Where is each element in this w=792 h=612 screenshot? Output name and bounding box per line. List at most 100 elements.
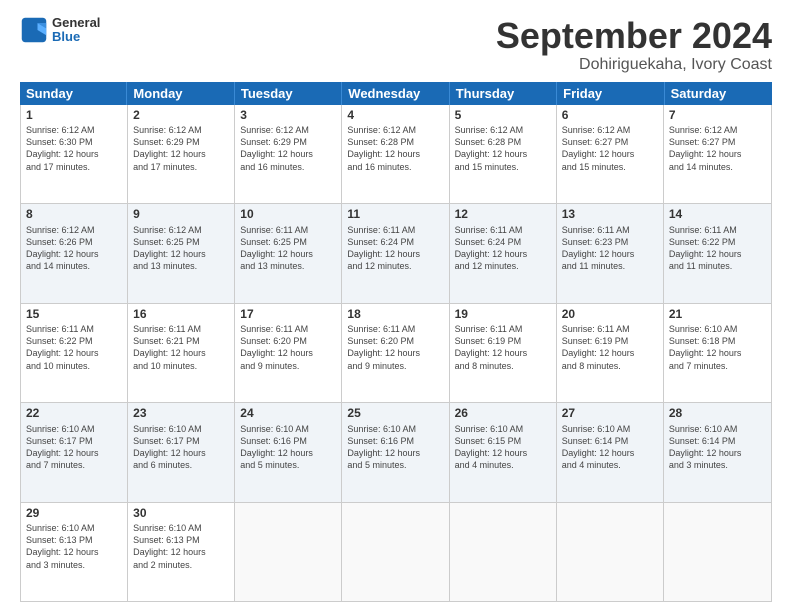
calendar-cell: 20Sunrise: 6:11 AM Sunset: 6:19 PM Dayli… (557, 304, 664, 402)
calendar-cell: 22Sunrise: 6:10 AM Sunset: 6:17 PM Dayli… (21, 403, 128, 501)
day-info: Sunrise: 6:12 AM Sunset: 6:28 PM Dayligh… (455, 124, 551, 173)
calendar-cell: 21Sunrise: 6:10 AM Sunset: 6:18 PM Dayli… (664, 304, 771, 402)
day-number: 1 (26, 108, 122, 124)
main-title: September 2024 (496, 16, 772, 56)
calendar-cell (557, 503, 664, 601)
day-info: Sunrise: 6:12 AM Sunset: 6:27 PM Dayligh… (669, 124, 766, 173)
calendar-cell: 13Sunrise: 6:11 AM Sunset: 6:23 PM Dayli… (557, 204, 664, 302)
calendar-cell: 30Sunrise: 6:10 AM Sunset: 6:13 PM Dayli… (128, 503, 235, 601)
calendar-cell: 5Sunrise: 6:12 AM Sunset: 6:28 PM Daylig… (450, 105, 557, 203)
calendar-cell: 15Sunrise: 6:11 AM Sunset: 6:22 PM Dayli… (21, 304, 128, 402)
day-info: Sunrise: 6:10 AM Sunset: 6:18 PM Dayligh… (669, 323, 766, 372)
calendar-cell: 17Sunrise: 6:11 AM Sunset: 6:20 PM Dayli… (235, 304, 342, 402)
day-info: Sunrise: 6:11 AM Sunset: 6:24 PM Dayligh… (347, 224, 443, 273)
day-number: 24 (240, 406, 336, 422)
calendar-cell: 23Sunrise: 6:10 AM Sunset: 6:17 PM Dayli… (128, 403, 235, 501)
header-day-thursday: Thursday (450, 82, 557, 105)
day-info: Sunrise: 6:11 AM Sunset: 6:19 PM Dayligh… (562, 323, 658, 372)
header-day-wednesday: Wednesday (342, 82, 449, 105)
day-number: 18 (347, 307, 443, 323)
calendar-row-4: 22Sunrise: 6:10 AM Sunset: 6:17 PM Dayli… (21, 403, 771, 502)
calendar-cell (342, 503, 449, 601)
day-info: Sunrise: 6:11 AM Sunset: 6:22 PM Dayligh… (26, 323, 122, 372)
day-number: 15 (26, 307, 122, 323)
day-number: 23 (133, 406, 229, 422)
calendar-row-2: 8Sunrise: 6:12 AM Sunset: 6:26 PM Daylig… (21, 204, 771, 303)
calendar-header: SundayMondayTuesdayWednesdayThursdayFrid… (20, 82, 772, 105)
day-info: Sunrise: 6:10 AM Sunset: 6:13 PM Dayligh… (133, 522, 229, 571)
day-info: Sunrise: 6:12 AM Sunset: 6:29 PM Dayligh… (240, 124, 336, 173)
day-number: 12 (455, 207, 551, 223)
header-day-sunday: Sunday (20, 82, 127, 105)
day-number: 10 (240, 207, 336, 223)
day-info: Sunrise: 6:12 AM Sunset: 6:26 PM Dayligh… (26, 224, 122, 273)
calendar: SundayMondayTuesdayWednesdayThursdayFrid… (20, 82, 772, 602)
title-section: September 2024 Dohiriguekaha, Ivory Coas… (496, 16, 772, 74)
logo: General Blue (20, 16, 100, 45)
calendar-cell: 4Sunrise: 6:12 AM Sunset: 6:28 PM Daylig… (342, 105, 449, 203)
day-number: 5 (455, 108, 551, 124)
header-day-monday: Monday (127, 82, 234, 105)
calendar-cell: 29Sunrise: 6:10 AM Sunset: 6:13 PM Dayli… (21, 503, 128, 601)
calendar-cell: 3Sunrise: 6:12 AM Sunset: 6:29 PM Daylig… (235, 105, 342, 203)
calendar-cell: 12Sunrise: 6:11 AM Sunset: 6:24 PM Dayli… (450, 204, 557, 302)
calendar-cell (664, 503, 771, 601)
calendar-row-3: 15Sunrise: 6:11 AM Sunset: 6:22 PM Dayli… (21, 304, 771, 403)
day-info: Sunrise: 6:12 AM Sunset: 6:30 PM Dayligh… (26, 124, 122, 173)
day-number: 21 (669, 307, 766, 323)
calendar-cell: 25Sunrise: 6:10 AM Sunset: 6:16 PM Dayli… (342, 403, 449, 501)
day-info: Sunrise: 6:11 AM Sunset: 6:20 PM Dayligh… (347, 323, 443, 372)
day-number: 11 (347, 207, 443, 223)
day-number: 25 (347, 406, 443, 422)
day-info: Sunrise: 6:12 AM Sunset: 6:27 PM Dayligh… (562, 124, 658, 173)
day-number: 20 (562, 307, 658, 323)
day-info: Sunrise: 6:10 AM Sunset: 6:17 PM Dayligh… (133, 423, 229, 472)
calendar-cell: 26Sunrise: 6:10 AM Sunset: 6:15 PM Dayli… (450, 403, 557, 501)
logo-text: General Blue (52, 16, 100, 45)
day-info: Sunrise: 6:10 AM Sunset: 6:15 PM Dayligh… (455, 423, 551, 472)
header-day-saturday: Saturday (665, 82, 772, 105)
calendar-cell: 1Sunrise: 6:12 AM Sunset: 6:30 PM Daylig… (21, 105, 128, 203)
calendar-cell: 18Sunrise: 6:11 AM Sunset: 6:20 PM Dayli… (342, 304, 449, 402)
day-info: Sunrise: 6:10 AM Sunset: 6:16 PM Dayligh… (240, 423, 336, 472)
day-number: 27 (562, 406, 658, 422)
day-info: Sunrise: 6:11 AM Sunset: 6:19 PM Dayligh… (455, 323, 551, 372)
subtitle: Dohiriguekaha, Ivory Coast (496, 56, 772, 74)
calendar-cell: 6Sunrise: 6:12 AM Sunset: 6:27 PM Daylig… (557, 105, 664, 203)
calendar-row-1: 1Sunrise: 6:12 AM Sunset: 6:30 PM Daylig… (21, 105, 771, 204)
day-number: 3 (240, 108, 336, 124)
day-info: Sunrise: 6:10 AM Sunset: 6:13 PM Dayligh… (26, 522, 122, 571)
calendar-cell (235, 503, 342, 601)
day-number: 28 (669, 406, 766, 422)
calendar-body: 1Sunrise: 6:12 AM Sunset: 6:30 PM Daylig… (20, 105, 772, 602)
day-info: Sunrise: 6:11 AM Sunset: 6:20 PM Dayligh… (240, 323, 336, 372)
day-info: Sunrise: 6:10 AM Sunset: 6:17 PM Dayligh… (26, 423, 122, 472)
day-number: 16 (133, 307, 229, 323)
logo-icon (20, 16, 48, 44)
day-info: Sunrise: 6:11 AM Sunset: 6:21 PM Dayligh… (133, 323, 229, 372)
calendar-cell: 8Sunrise: 6:12 AM Sunset: 6:26 PM Daylig… (21, 204, 128, 302)
day-info: Sunrise: 6:11 AM Sunset: 6:23 PM Dayligh… (562, 224, 658, 273)
day-number: 22 (26, 406, 122, 422)
calendar-cell: 14Sunrise: 6:11 AM Sunset: 6:22 PM Dayli… (664, 204, 771, 302)
top-section: General Blue September 2024 Dohiriguekah… (20, 16, 772, 74)
day-number: 4 (347, 108, 443, 124)
day-number: 30 (133, 506, 229, 522)
calendar-cell: 28Sunrise: 6:10 AM Sunset: 6:14 PM Dayli… (664, 403, 771, 501)
day-number: 9 (133, 207, 229, 223)
header-day-friday: Friday (557, 82, 664, 105)
day-number: 26 (455, 406, 551, 422)
day-info: Sunrise: 6:11 AM Sunset: 6:24 PM Dayligh… (455, 224, 551, 273)
calendar-cell: 9Sunrise: 6:12 AM Sunset: 6:25 PM Daylig… (128, 204, 235, 302)
calendar-cell: 19Sunrise: 6:11 AM Sunset: 6:19 PM Dayli… (450, 304, 557, 402)
calendar-cell: 24Sunrise: 6:10 AM Sunset: 6:16 PM Dayli… (235, 403, 342, 501)
calendar-row-5: 29Sunrise: 6:10 AM Sunset: 6:13 PM Dayli… (21, 503, 771, 601)
day-number: 7 (669, 108, 766, 124)
day-number: 6 (562, 108, 658, 124)
header-day-tuesday: Tuesday (235, 82, 342, 105)
day-number: 2 (133, 108, 229, 124)
calendar-cell: 16Sunrise: 6:11 AM Sunset: 6:21 PM Dayli… (128, 304, 235, 402)
day-number: 19 (455, 307, 551, 323)
day-info: Sunrise: 6:12 AM Sunset: 6:28 PM Dayligh… (347, 124, 443, 173)
day-number: 13 (562, 207, 658, 223)
